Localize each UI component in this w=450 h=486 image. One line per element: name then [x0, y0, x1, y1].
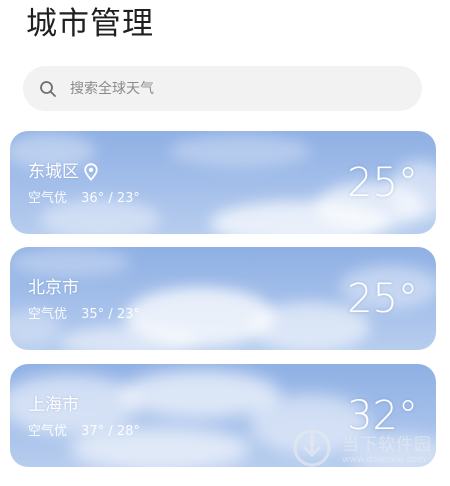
city-weather-summary: 空气优 35° / 23°	[28, 303, 140, 322]
city-name: 北京市	[28, 278, 79, 298]
city-name: 东城区	[28, 162, 79, 182]
temperature-range: 36° / 23°	[81, 191, 140, 206]
temperature-range: 37° / 28°	[81, 424, 140, 439]
city-name-row: 北京市	[28, 277, 79, 299]
search-bar[interactable]	[23, 66, 422, 111]
air-quality: 空气优	[28, 307, 68, 322]
city-name-row: 上海市	[28, 394, 79, 416]
city-weather-summary: 空气优 37° / 28°	[28, 420, 140, 439]
watermark: 当下软件园 www.downxia.com	[292, 424, 442, 472]
city-card[interactable]: 北京市 空气优 35° / 23° 25°	[10, 247, 436, 350]
city-name-row: 东城区	[28, 161, 99, 183]
air-quality: 空气优	[28, 424, 68, 439]
current-temperature: 25°	[347, 160, 418, 206]
current-temperature: 25°	[347, 276, 418, 322]
location-pin-icon	[84, 163, 98, 181]
air-quality: 空气优	[28, 191, 68, 206]
search-input[interactable]	[68, 79, 372, 98]
watermark-text: 当下软件园	[342, 435, 432, 455]
temperature-range: 35° / 23°	[81, 307, 140, 322]
watermark-logo-icon	[293, 429, 331, 467]
page-title: 城市管理	[26, 6, 154, 42]
city-weather-summary: 空气优 36° / 23°	[28, 187, 140, 206]
watermark-url: www.downxia.com	[342, 455, 426, 465]
city-name: 上海市	[28, 395, 79, 415]
city-card[interactable]: 东城区 空气优 36° / 23° 25°	[10, 131, 436, 234]
city-management-page: 城市管理 东城区	[0, 0, 450, 486]
search-icon	[40, 80, 56, 97]
